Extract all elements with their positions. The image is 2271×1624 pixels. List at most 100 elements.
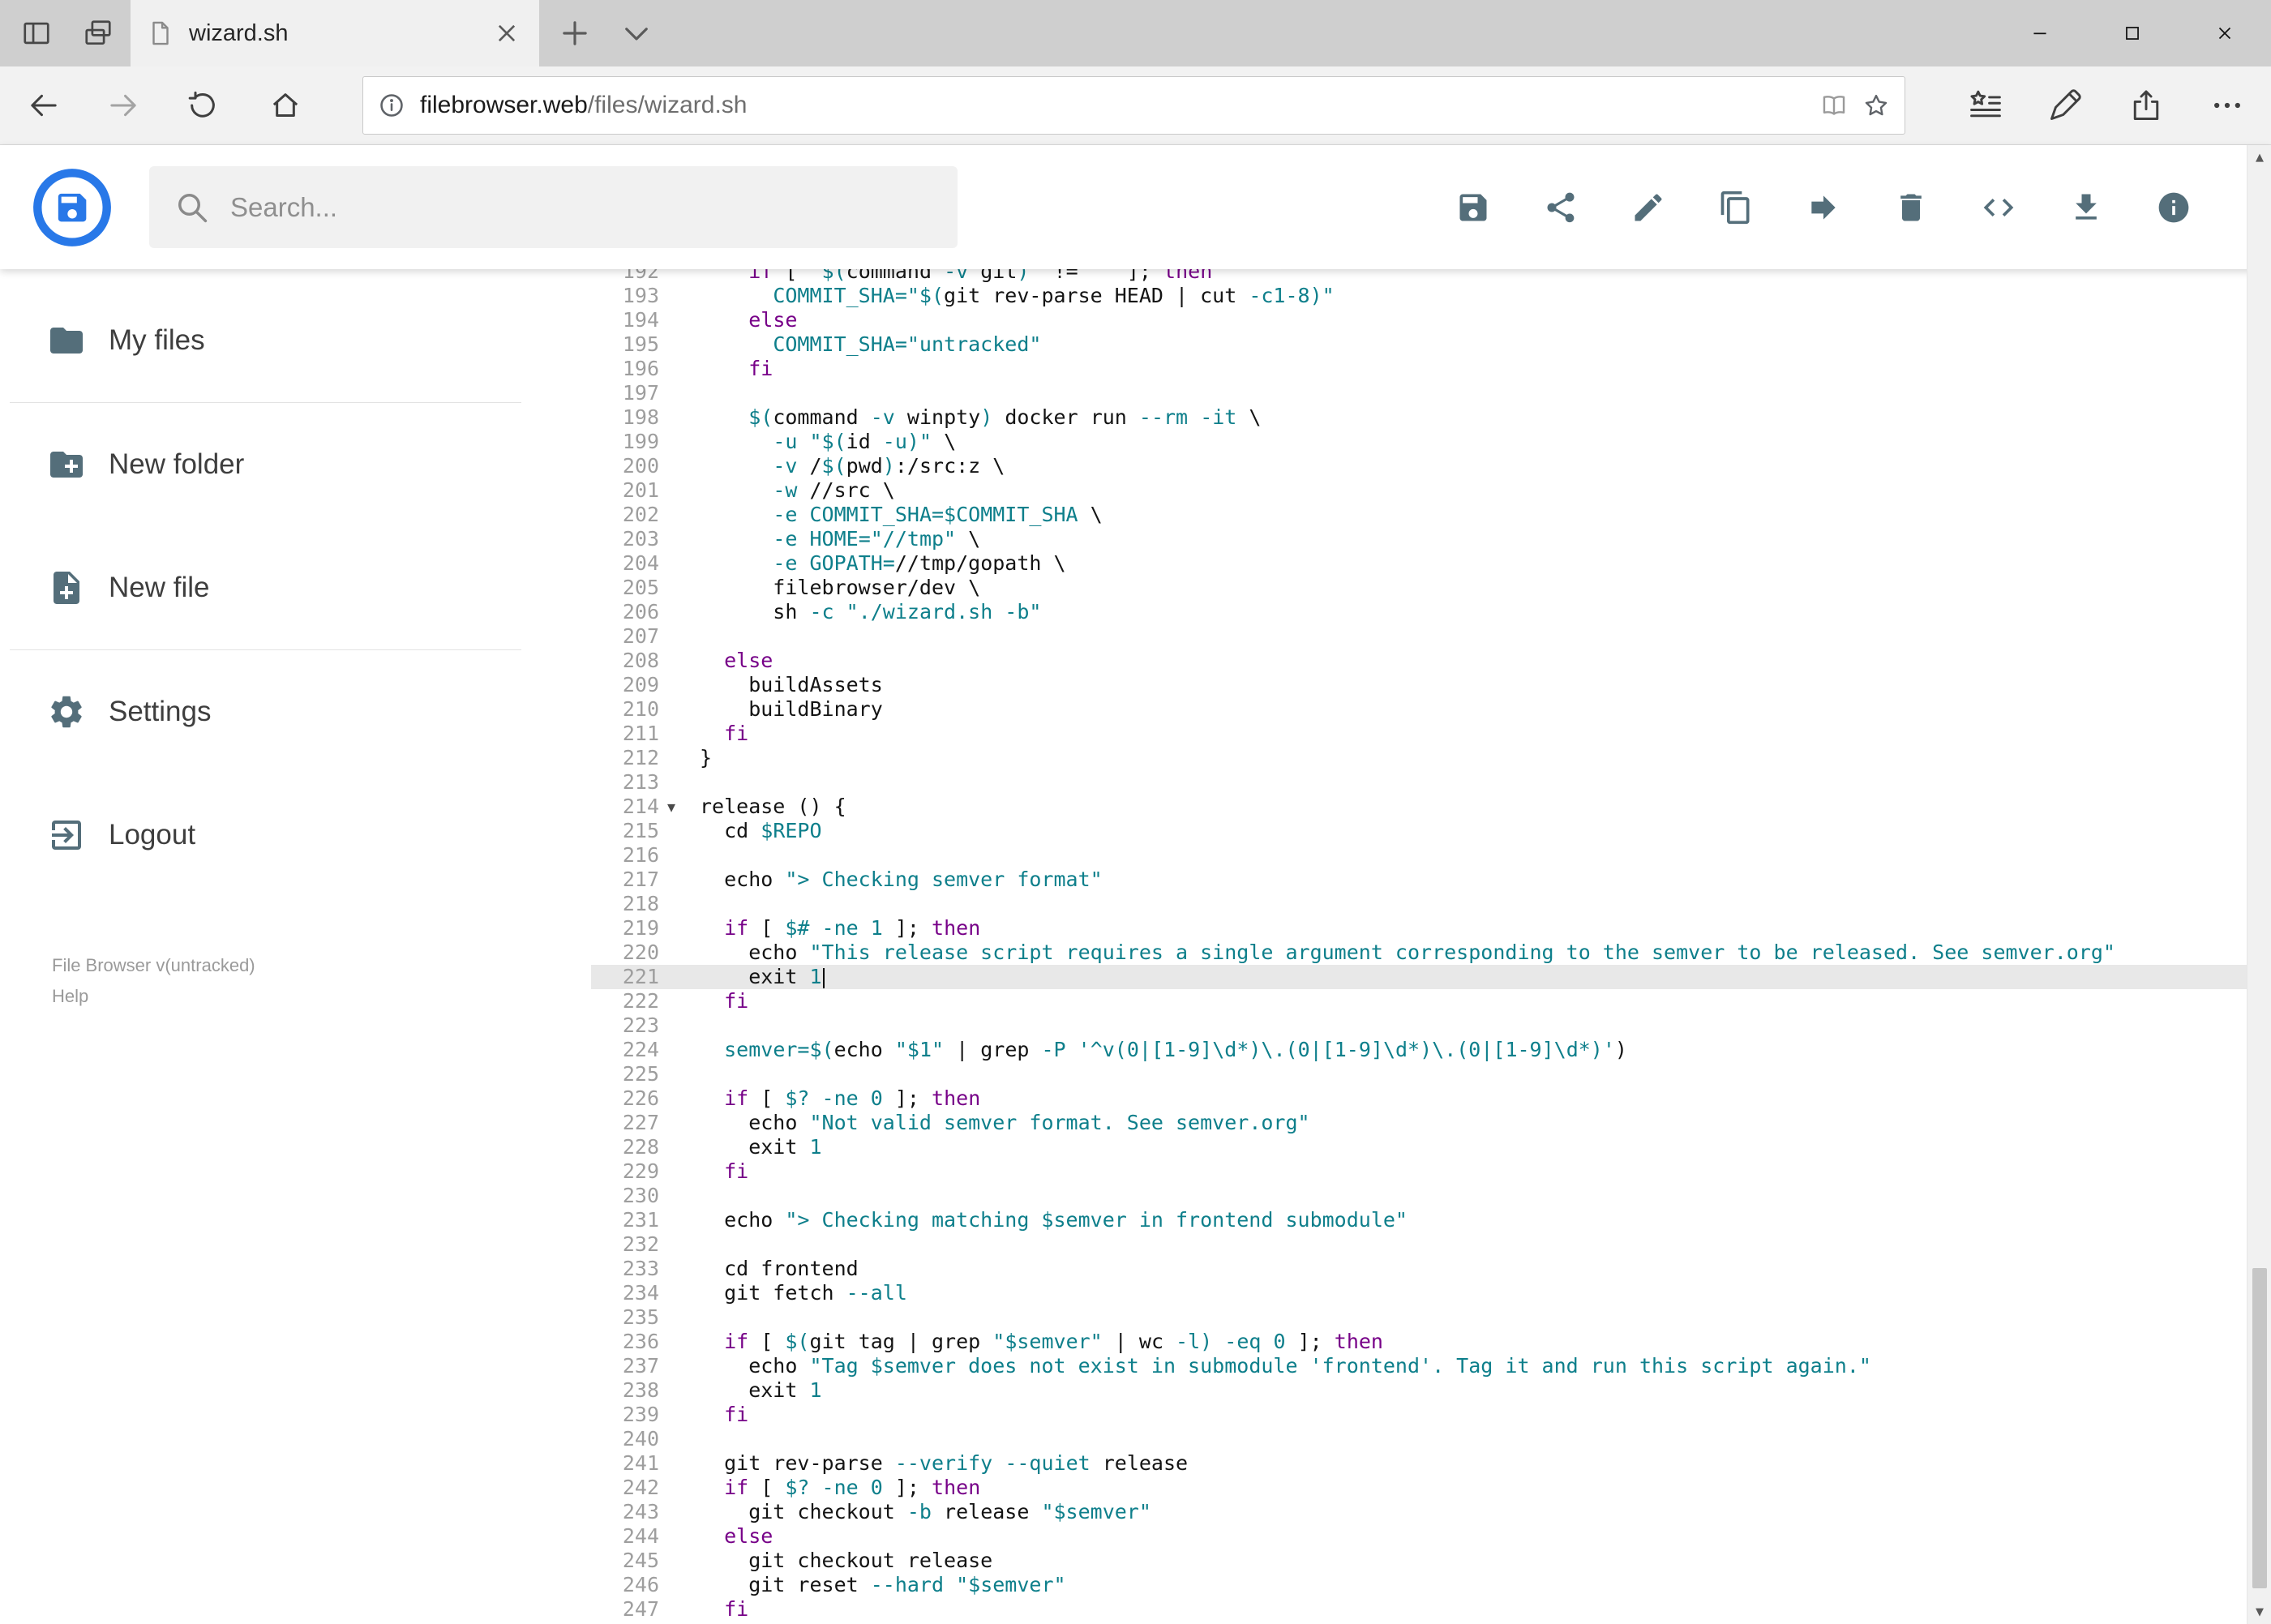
code-line[interactable]: 231 echo "> Checking matching $semver in…: [591, 1208, 2247, 1232]
back-button[interactable]: [28, 89, 60, 122]
code-line[interactable]: 241 git rev-parse --verify --quiet relea…: [591, 1451, 2247, 1476]
download-icon[interactable]: [2068, 190, 2104, 225]
code-line[interactable]: 210 buildBinary: [591, 697, 2247, 722]
site-info-icon[interactable]: [378, 92, 405, 119]
sidebar-item-new-file[interactable]: New file: [0, 526, 591, 649]
hub-favorites-icon[interactable]: [1968, 88, 2003, 123]
code-line[interactable]: 220 echo "This release script requires a…: [591, 941, 2247, 965]
maximize-button[interactable]: [2086, 0, 2179, 66]
save-icon[interactable]: [1455, 190, 1491, 225]
reading-view-icon[interactable]: [1820, 92, 1848, 119]
code-line[interactable]: 205 filebrowser/dev \: [591, 576, 2247, 600]
info-icon[interactable]: [2156, 190, 2192, 225]
code-line[interactable]: 202 -e COMMIT_SHA=$COMMIT_SHA \: [591, 503, 2247, 527]
tab-list-chevron-icon[interactable]: [619, 16, 653, 50]
forward-button[interactable]: [107, 89, 139, 122]
address-bar[interactable]: filebrowser.web/files/wizard.sh: [362, 76, 1905, 135]
new-tab-button[interactable]: [558, 16, 592, 50]
code-editor[interactable]: 192 if [ "$(command -v git)" != "" ]; th…: [591, 269, 2247, 1624]
help-link[interactable]: Help: [52, 986, 88, 1007]
code-line[interactable]: 211 fi: [591, 722, 2247, 746]
code-line[interactable]: 238 exit 1: [591, 1378, 2247, 1403]
code-line[interactable]: 203 -e HOME="//tmp" \: [591, 527, 2247, 551]
favorite-star-icon[interactable]: [1862, 92, 1890, 119]
code-line[interactable]: 221 exit 1: [591, 965, 2247, 989]
sidebar-item-my-files[interactable]: My files: [0, 279, 591, 402]
code-line[interactable]: 209 buildAssets: [591, 673, 2247, 697]
code-line[interactable]: 226 if [ $? -ne 0 ]; then: [591, 1086, 2247, 1111]
fold-marker-icon[interactable]: ▾: [659, 795, 700, 819]
search-input[interactable]: [230, 191, 932, 223]
share-icon[interactable]: [1543, 190, 1579, 225]
sidebar-item-logout[interactable]: Logout: [0, 773, 591, 897]
code-icon[interactable]: [1981, 190, 2016, 225]
code-line[interactable]: 243 git checkout -b release "$semver": [591, 1500, 2247, 1524]
move-icon[interactable]: [1806, 190, 1841, 225]
code-line[interactable]: 214 ▾ release () {: [591, 795, 2247, 819]
browser-tab[interactable]: wizard.sh: [131, 0, 539, 66]
set-tabs-aside-icon[interactable]: [21, 18, 52, 49]
code-line[interactable]: 230: [591, 1184, 2247, 1208]
scroll-thumb[interactable]: [2252, 1268, 2267, 1588]
code-line[interactable]: 236 if [ $(git tag | grep "$semver" | wc…: [591, 1330, 2247, 1354]
code-line[interactable]: 217 echo "> Checking semver format": [591, 868, 2247, 892]
web-note-icon[interactable]: [2047, 88, 2083, 123]
code-line[interactable]: 237 echo "Tag $semver does not exist in …: [591, 1354, 2247, 1378]
code-line[interactable]: 194 else: [591, 308, 2247, 332]
scroll-down-button[interactable]: ▼: [2247, 1600, 2271, 1624]
code-line[interactable]: 201 -w //src \: [591, 478, 2247, 503]
code-line[interactable]: 223: [591, 1013, 2247, 1038]
more-icon[interactable]: [2209, 88, 2245, 123]
code-line[interactable]: 216: [591, 843, 2247, 868]
code-line[interactable]: 213: [591, 770, 2247, 795]
code-line[interactable]: 196 fi: [591, 357, 2247, 381]
share-icon[interactable]: [2128, 88, 2164, 123]
sidebar-item-new-folder[interactable]: New folder: [0, 403, 591, 526]
code-line[interactable]: 204 -e GOPATH=//tmp/gopath \: [591, 551, 2247, 576]
copy-icon[interactable]: [1718, 190, 1754, 225]
code-line[interactable]: 234 git fetch --all: [591, 1281, 2247, 1305]
code-line[interactable]: 195 COMMIT_SHA="untracked": [591, 332, 2247, 357]
page-scrollbar[interactable]: ▲ ▼: [2247, 145, 2271, 1624]
code-line[interactable]: 233 cd frontend: [591, 1257, 2247, 1281]
code-line[interactable]: 192 if [ "$(command -v git)" != "" ]; th…: [591, 269, 2247, 284]
sidebar-item-settings[interactable]: Settings: [0, 650, 591, 773]
code-line[interactable]: 198 $(command -v winpty) docker run --rm…: [591, 405, 2247, 430]
minimize-button[interactable]: [1994, 0, 2086, 66]
code-line[interactable]: 218: [591, 892, 2247, 916]
tab-close-icon[interactable]: [491, 17, 523, 49]
code-line[interactable]: 229 fi: [591, 1159, 2247, 1184]
code-line[interactable]: 215 cd $REPO: [591, 819, 2247, 843]
code-line[interactable]: 232: [591, 1232, 2247, 1257]
code-line[interactable]: 242 if [ $? -ne 0 ]; then: [591, 1476, 2247, 1500]
code-line[interactable]: 225: [591, 1062, 2247, 1086]
search-bar[interactable]: [149, 166, 958, 248]
rename-icon[interactable]: [1630, 190, 1666, 225]
refresh-button[interactable]: [186, 89, 219, 122]
filebrowser-logo[interactable]: [32, 167, 113, 248]
home-button[interactable]: [269, 89, 302, 122]
code-line[interactable]: 199 -u "$(id -u)" \: [591, 430, 2247, 454]
code-line[interactable]: 193 COMMIT_SHA="$(git rev-parse HEAD | c…: [591, 284, 2247, 308]
delete-icon[interactable]: [1893, 190, 1929, 225]
code-line[interactable]: 197: [591, 381, 2247, 405]
code-line[interactable]: 239 fi: [591, 1403, 2247, 1427]
code-line[interactable]: 227 echo "Not valid semver format. See s…: [591, 1111, 2247, 1135]
code-line[interactable]: 222 fi: [591, 989, 2247, 1013]
code-line[interactable]: 247 fi: [591, 1597, 2247, 1622]
code-line[interactable]: 246 git reset --hard "$semver": [591, 1573, 2247, 1597]
code-line[interactable]: 224 semver=$(echo "$1" | grep -P '^v(0|[…: [591, 1038, 2247, 1062]
scroll-up-button[interactable]: ▲: [2247, 145, 2271, 169]
code-line[interactable]: 219 if [ $# -ne 1 ]; then: [591, 916, 2247, 941]
code-line[interactable]: 240: [591, 1427, 2247, 1451]
code-line[interactable]: 200 -v /$(pwd):/src:z \: [591, 454, 2247, 478]
code-line[interactable]: 245 git checkout release: [591, 1549, 2247, 1573]
code-line[interactable]: 208 else: [591, 649, 2247, 673]
close-button[interactable]: [2179, 0, 2271, 66]
code-line[interactable]: 206 sh -c "./wizard.sh -b": [591, 600, 2247, 624]
code-line[interactable]: 228 exit 1: [591, 1135, 2247, 1159]
code-line[interactable]: 244 else: [591, 1524, 2247, 1549]
code-line[interactable]: 207: [591, 624, 2247, 649]
code-line[interactable]: 212}: [591, 746, 2247, 770]
code-line[interactable]: 235: [591, 1305, 2247, 1330]
